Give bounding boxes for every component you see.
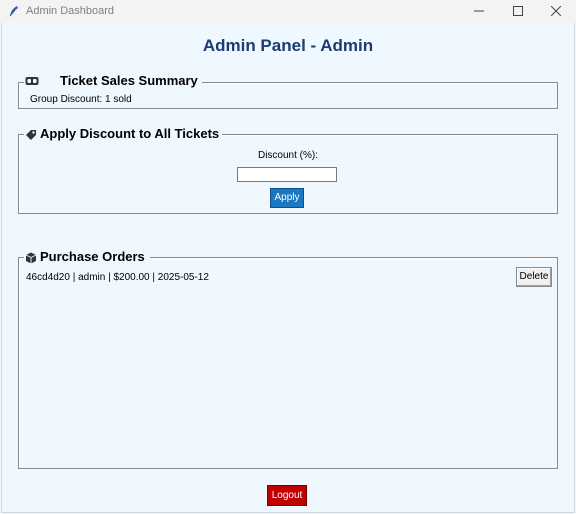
apply-button[interactable]: Apply xyxy=(270,188,304,208)
minimize-icon xyxy=(474,10,484,12)
package-icon xyxy=(25,252,37,264)
window-title: Admin Dashboard xyxy=(26,5,115,17)
minimize-button[interactable] xyxy=(460,0,498,23)
maximize-icon xyxy=(513,6,523,16)
orders-legend: Purchase Orders xyxy=(24,250,150,265)
maximize-button[interactable] xyxy=(499,0,537,23)
ticket-icon xyxy=(25,77,39,85)
discount-input[interactable] xyxy=(237,167,337,182)
discount-title: Apply Discount to All Tickets xyxy=(40,126,220,141)
window-titlebar[interactable]: Admin Dashboard xyxy=(0,0,576,23)
tag-icon xyxy=(26,130,36,140)
orders-title: Purchase Orders xyxy=(40,249,145,264)
logout-button[interactable]: Logout xyxy=(267,485,307,506)
feather-icon xyxy=(8,5,20,17)
page-title: Admin Panel - Admin xyxy=(202,36,374,55)
close-button[interactable] xyxy=(537,0,575,23)
sales-summary-line: Group Discount: 1 sold xyxy=(30,94,132,105)
discount-field-label: Discount (%): xyxy=(257,150,318,161)
orders-frame xyxy=(18,257,558,469)
delete-order-button[interactable]: Delete xyxy=(516,267,552,287)
close-icon xyxy=(551,6,561,16)
sales-summary-legend: Ticket Sales Summary xyxy=(24,74,202,89)
discount-legend: Apply Discount to All Tickets xyxy=(24,127,222,142)
sales-summary-title: Ticket Sales Summary xyxy=(60,73,198,88)
order-row-text: 46cd4d20 | admin | $200.00 | 2025-05-12 xyxy=(26,272,209,283)
